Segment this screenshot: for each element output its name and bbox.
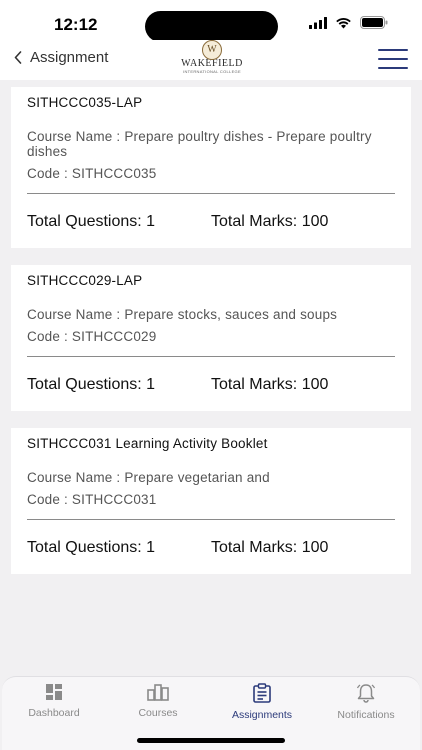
assignment-list: SITHCCC035-LAP Course Name : Prepare pou… <box>11 87 411 591</box>
assignment-title: SITHCCC035-LAP <box>27 95 143 110</box>
tab-dashboard[interactable]: Dashboard <box>2 683 106 727</box>
tab-label: Dashboard <box>28 707 80 719</box>
assignments-icon <box>253 683 271 703</box>
tab-label: Notifications <box>337 709 395 721</box>
courses-icon <box>147 684 169 701</box>
assignment-card[interactable]: SITHCCC031 Learning Activity Booklet Cou… <box>11 428 411 574</box>
dashboard-icon <box>46 684 62 700</box>
card-stats: Total Questions: 1 Total Marks: 100 <box>27 194 395 248</box>
battery-icon <box>360 16 388 29</box>
course-name: Course Name : Prepare stocks, sauces and… <box>27 307 338 322</box>
course-code: Code : SITHCCC031 <box>27 492 157 507</box>
app-header: Assignment W WAKEFIELD INTERNATIONAL COL… <box>0 40 422 80</box>
total-marks: Total Marks: 100 <box>211 376 329 393</box>
total-marks: Total Marks: 100 <box>211 213 329 230</box>
menu-bar <box>378 58 408 60</box>
bell-icon <box>356 684 376 703</box>
logo-subtitle: INTERNATIONAL COLLEGE <box>183 69 241 74</box>
chevron-left-icon <box>14 51 22 64</box>
tab-courses[interactable]: Courses <box>106 683 210 727</box>
assignment-card[interactable]: SITHCCC029-LAP Course Name : Prepare sto… <box>11 265 411 411</box>
crest-icon: W <box>202 40 222 60</box>
course-name: Course Name : Prepare poultry dishes - P… <box>27 129 372 159</box>
wifi-icon <box>336 17 351 28</box>
assignment-title: SITHCCC031 Learning Activity Booklet <box>27 436 268 451</box>
tab-label: Courses <box>138 707 178 719</box>
card-stats: Total Questions: 1 Total Marks: 100 <box>27 520 395 574</box>
home-indicator[interactable] <box>137 738 285 743</box>
total-questions: Total Questions: 1 <box>27 376 156 393</box>
card-stats: Total Questions: 1 Total Marks: 100 <box>27 357 395 411</box>
total-questions: Total Questions: 1 <box>27 213 156 230</box>
assignment-card[interactable]: SITHCCC035-LAP Course Name : Prepare pou… <box>11 87 411 248</box>
dynamic-island <box>145 11 278 42</box>
hamburger-menu-button[interactable] <box>378 49 408 69</box>
back-button[interactable]: Assignment <box>14 49 108 66</box>
course-code: Code : SITHCCC029 <box>27 329 157 344</box>
menu-bar <box>378 67 408 69</box>
status-icons <box>309 16 388 29</box>
cellular-signal-icon <box>309 16 327 29</box>
total-marks: Total Marks: 100 <box>211 539 329 556</box>
back-label: Assignment <box>30 49 109 66</box>
crest-letter: W <box>207 44 217 55</box>
menu-bar <box>378 49 408 51</box>
total-questions: Total Questions: 1 <box>27 539 156 556</box>
course-name: Course Name : Prepare vegetarian and <box>27 470 270 485</box>
assignment-title: SITHCCC029-LAP <box>27 273 143 288</box>
tab-assignments[interactable]: Assignments <box>210 683 314 727</box>
status-time: 12:12 <box>54 15 98 34</box>
tab-notifications[interactable]: Notifications <box>314 683 418 727</box>
college-logo: W WAKEFIELD INTERNATIONAL COLLEGE <box>178 40 246 76</box>
tab-label: Assignments <box>231 709 293 721</box>
course-code: Code : SITHCCC035 <box>27 166 157 181</box>
